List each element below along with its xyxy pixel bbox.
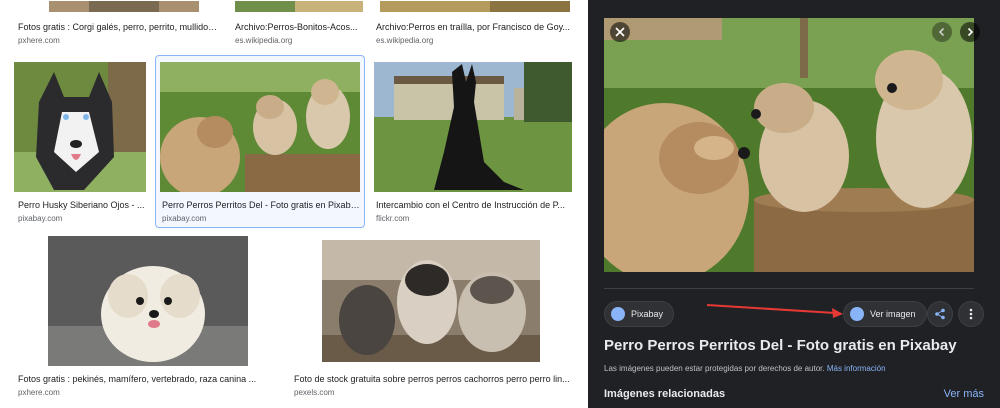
copyright-notice: Las imágenes pueden estar protegidas por… [604,364,886,373]
result-thumbnail[interactable] [49,0,199,12]
result-domain: pixabay.com [18,214,63,223]
result-domain: es.wikipedia.org [376,36,434,45]
result-card[interactable]: Fotos gratis : Corgi galés, perro, perri… [14,0,219,50]
result-thumbnail[interactable] [160,62,360,192]
result-card[interactable]: Perro Husky Siberiano Ojos - ... pixabay… [14,60,149,225]
result-card[interactable]: Foto de stock gratuita sobre perros perr… [290,236,577,406]
result-domain: pixabay.com [162,214,207,223]
result-card[interactable]: Fotos gratis : pekinés, mamífero, verteb… [14,236,279,406]
result-caption[interactable]: Fotos gratis : Corgi galés, perro, perri… [18,22,218,32]
result-thumbnail[interactable] [14,62,146,192]
result-card-selected[interactable]: Perro Perros Perritos Del - Foto gratis … [158,60,363,225]
related-images-heading: Imágenes relacionadas [604,388,726,400]
result-card[interactable]: Archivo:Perros en traílla, por Francisco… [372,0,577,50]
view-image-label: Ver imagen [870,309,916,319]
result-caption[interactable]: Archivo:Perros-Bonitos-Acos... [235,22,365,32]
result-thumbnail[interactable] [374,62,572,192]
result-caption[interactable]: Perro Husky Siberiano Ojos - ... [18,200,148,210]
chevron-left-icon[interactable] [932,22,952,42]
see-more-link[interactable]: Ver más [944,388,984,400]
copyright-text: Las imágenes pueden estar protegidas por… [604,364,825,373]
result-domain: flickr.com [376,214,410,223]
result-caption[interactable]: Foto de stock gratuita sobre perros perr… [294,374,576,384]
result-thumbnail[interactable] [322,240,540,362]
result-domain: pexels.com [294,388,335,397]
divider [604,288,974,289]
result-thumbnail[interactable] [380,0,570,12]
result-caption[interactable]: Fotos gratis : pekinés, mamífero, verteb… [18,374,268,384]
view-image-button[interactable]: Ver imagen [843,301,927,327]
result-domain: pxhere.com [18,388,60,397]
more-vert-icon[interactable] [958,301,984,327]
image-search-page: Fotos gratis : Corgi galés, perro, perri… [0,0,1000,408]
result-thumbnail[interactable] [48,236,248,366]
annotation-arrow [706,304,843,318]
image-title[interactable]: Perro Perros Perritos Del - Foto gratis … [604,337,957,354]
image-preview-panel: Pixabay Ver imagen Perro Perros Perritos… [588,0,1000,408]
source-chip[interactable]: Pixabay [604,301,675,327]
globe-icon [850,307,864,321]
close-icon[interactable] [610,22,630,42]
chevron-right-icon[interactable] [960,22,980,42]
result-thumbnail[interactable] [235,0,363,12]
result-domain: es.wikipedia.org [235,36,293,45]
share-icon[interactable] [927,301,953,327]
image-results-grid: Fotos gratis : Corgi galés, perro, perri… [0,0,588,408]
result-caption[interactable]: Archivo:Perros en traílla, por Francisco… [376,22,576,32]
result-caption[interactable]: Intercambio con el Centro de Instrucción… [376,200,574,210]
result-card[interactable]: Intercambio con el Centro de Instrucción… [372,60,577,225]
more-info-link[interactable]: Más información [827,364,886,373]
result-domain: pxhere.com [18,36,60,45]
result-caption[interactable]: Perro Perros Perritos Del - Foto gratis … [162,200,360,210]
result-card[interactable]: Archivo:Perros-Bonitos-Acos... es.wikipe… [231,0,366,50]
preview-image[interactable] [604,18,974,272]
source-chip-label: Pixabay [631,309,664,319]
globe-icon [611,307,625,321]
